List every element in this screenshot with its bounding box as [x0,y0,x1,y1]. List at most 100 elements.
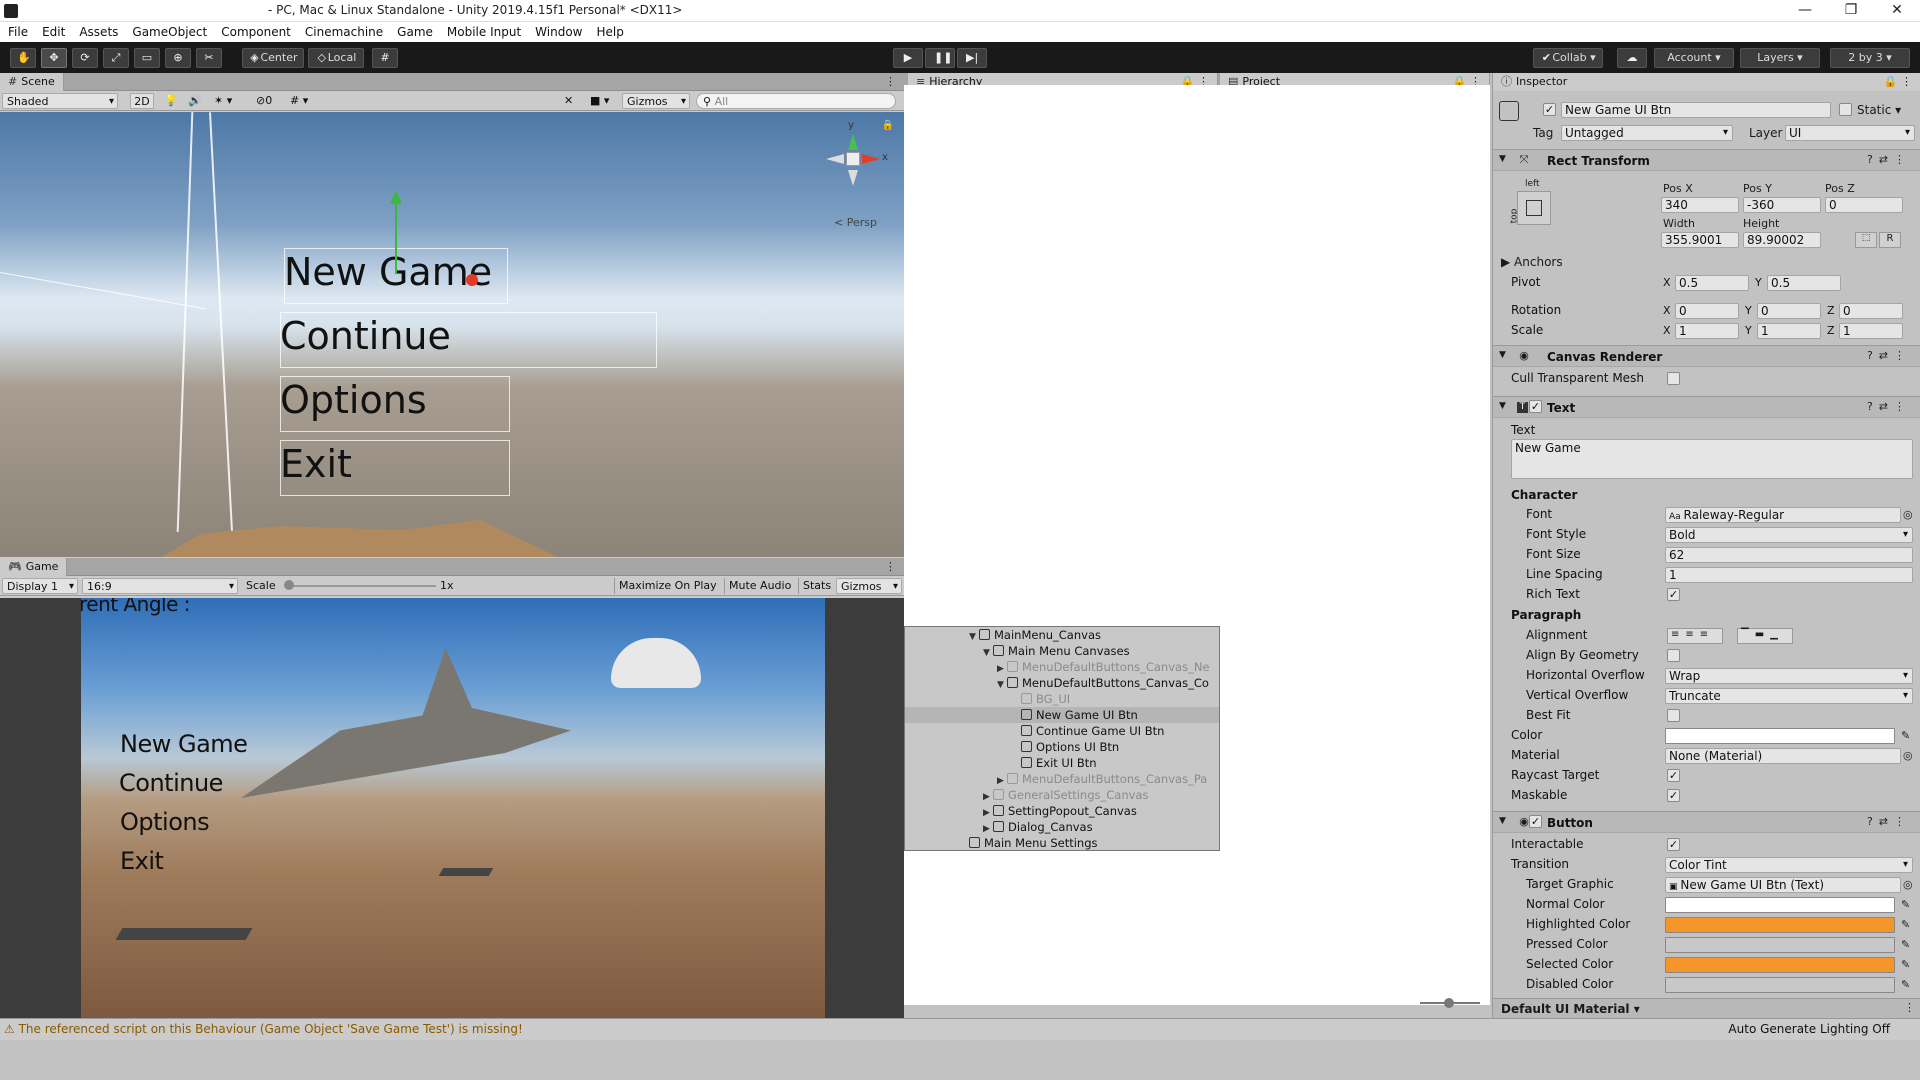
aspect-dropdown[interactable]: 16:9 [82,578,238,595]
custom-tool-icon[interactable]: ✂ [196,48,222,68]
width-field[interactable]: 355.9001 [1661,232,1739,248]
blueprint-mode-button[interactable]: ⬚ [1855,232,1877,248]
scale-z-field[interactable]: 1 [1839,323,1903,339]
menu-file[interactable]: File [8,25,28,39]
stats-toggle[interactable]: Stats [798,578,835,594]
pivot-local-button[interactable]: ◇ Local [308,48,364,68]
hierarchy-row[interactable]: ▶ SettingPopout_Canvas [905,803,1219,819]
transition-dropdown[interactable]: Color Tint [1665,857,1913,873]
pause-button[interactable]: ❚❚ [925,48,955,68]
panel-menu-icon[interactable]: ⋮ [1904,1001,1915,1014]
hierarchy-row-selected[interactable]: New Game UI Btn [905,707,1219,723]
display-dropdown[interactable]: Display 1 [2,578,78,595]
perspective-label[interactable]: < Persp [834,216,877,229]
game-menu-exit[interactable]: Exit [120,847,164,875]
move-tool-icon[interactable]: ✥ [41,48,67,68]
layer-dropdown[interactable]: UI [1785,125,1915,141]
font-field[interactable]: Aa Raleway-Regular [1665,507,1901,523]
scene-menu-options[interactable]: Options [280,378,427,422]
hierarchy-row[interactable]: Options UI Btn [905,739,1219,755]
lighting-status[interactable]: Auto Generate Lighting Off [1728,1022,1890,1036]
grid-toggle-icon[interactable]: # ▾ [290,93,308,109]
component-tools-icon[interactable]: ?⇄⋮ [1867,400,1911,413]
target-graphic-field[interactable]: ▣ New Game UI Btn (Text) [1665,877,1901,893]
console-warning-message[interactable]: ⚠ The referenced script on this Behaviou… [4,1022,523,1036]
object-picker-icon[interactable]: ◎ [1903,508,1913,521]
text-enabled-checkbox[interactable]: ✓ [1529,400,1542,413]
default-material-dropdown[interactable]: Default UI Material ▾ [1501,1002,1640,1016]
account-dropdown[interactable]: Account ▾ [1654,48,1734,68]
panel-menu-icon[interactable]: ⋮ [885,75,896,88]
transform-tool-icon[interactable]: ⊕ [165,48,191,68]
eyedropper-icon[interactable]: ✎ [1901,918,1910,931]
toggle-2d-button[interactable]: 2D [130,93,154,109]
cloud-icon[interactable]: ☁ [1617,48,1647,68]
tools-icon[interactable]: ✕ [564,93,573,109]
mute-audio-toggle[interactable]: Mute Audio [724,578,795,594]
text-content-area[interactable]: New Game [1511,439,1913,479]
project-zoom-thumb[interactable] [1444,998,1454,1008]
highlighted-color-swatch[interactable] [1665,917,1895,933]
h-overflow-dropdown[interactable]: Wrap [1665,668,1913,684]
scale-y-field[interactable]: 1 [1757,323,1821,339]
component-tools-icon[interactable]: ?⇄⋮ [1867,349,1911,362]
best-fit-checkbox[interactable] [1667,709,1680,722]
horizontal-alignment-buttons[interactable]: ≡≡≡ [1667,628,1723,644]
pos-x-field[interactable]: 340 [1661,197,1739,213]
rotation-x-field[interactable]: 0 [1675,303,1739,319]
hierarchy-row[interactable]: ▼ Main Menu Canvases [905,643,1219,659]
camera-icon[interactable]: ■ ▾ [590,93,609,109]
menu-edit[interactable]: Edit [42,25,65,39]
maximize-on-play-toggle[interactable]: Maximize On Play [614,578,721,594]
pivot-center-button[interactable]: ◈ Center [242,48,304,68]
rich-text-checkbox[interactable]: ✓ [1667,588,1680,601]
eyedropper-icon[interactable]: ✎ [1901,938,1910,951]
close-button[interactable]: ✕ [1874,0,1920,22]
scene-menu-new-game[interactable]: New Game [284,250,492,294]
hierarchy-row[interactable]: ▼ MainMenu_Canvas [905,627,1219,643]
hierarchy-row[interactable]: ▶ GeneralSettings_Canvas [905,787,1219,803]
rotation-y-field[interactable]: 0 [1757,303,1821,319]
menu-component[interactable]: Component [221,25,291,39]
step-button[interactable]: ▶| [957,48,987,68]
menu-cinemachine[interactable]: Cinemachine [305,25,383,39]
component-tools-icon[interactable]: ?⇄⋮ [1867,815,1911,828]
static-label[interactable]: Static ▾ [1857,103,1901,117]
height-field[interactable]: 89.90002 [1743,232,1821,248]
game-menu-new-game[interactable]: New Game [120,730,248,758]
menu-gameobject[interactable]: GameObject [132,25,207,39]
interactable-checkbox[interactable]: ✓ [1667,838,1680,851]
anchors-foldout[interactable]: ▶ Anchors [1501,255,1563,269]
game-viewport[interactable]: rent Angle : New Game Continue Options E… [0,598,904,1018]
tag-dropdown[interactable]: Untagged [1561,125,1733,141]
orientation-gizmo[interactable]: y x < Persp [820,120,888,229]
menu-assets[interactable]: Assets [79,25,118,39]
object-picker-icon[interactable]: ◎ [1903,878,1913,891]
move-gizmo-x-handle[interactable] [466,274,478,286]
rect-transform-header[interactable]: ▼ ⤧ Rect Transform ?⇄⋮ [1493,149,1920,171]
lock-icon[interactable]: 🔒 ⋮ [1884,73,1912,91]
lighting-toggle-icon[interactable]: 💡 [164,93,178,109]
tab-scene[interactable]: # Scene [0,73,64,91]
button-component-header[interactable]: ▼ ◉ ✓ Button ?⇄⋮ [1493,811,1920,833]
menu-mobile-input[interactable]: Mobile Input [447,25,521,39]
scene-gizmos-dropdown[interactable]: Gizmos [622,93,690,110]
eyedropper-icon[interactable]: ✎ [1901,958,1910,971]
scene-viewport[interactable]: New Game Continue Options Exit y x < Per… [0,112,904,557]
move-gizmo-y-arrow-icon[interactable] [390,190,402,204]
component-tools-icon[interactable]: ?⇄⋮ [1867,153,1911,166]
eyedropper-icon[interactable]: ✎ [1901,978,1910,991]
lock-icon[interactable]: 🔒 [882,120,894,131]
pressed-color-swatch[interactable] [1665,937,1895,953]
vertical-alignment-buttons[interactable]: ▔▬▁ [1737,628,1793,644]
scale-slider-track[interactable] [286,585,436,587]
cull-transparent-checkbox[interactable] [1667,372,1680,385]
menu-help[interactable]: Help [596,25,623,39]
audio-toggle-icon[interactable]: 🔊 [188,93,202,109]
object-picker-icon[interactable]: ◎ [1903,749,1913,762]
tab-game[interactable]: 🎮 Game [0,558,68,576]
menu-game[interactable]: Game [397,25,433,39]
v-overflow-dropdown[interactable]: Truncate [1665,688,1913,704]
active-checkbox[interactable]: ✓ [1543,103,1556,116]
eyedropper-icon[interactable]: ✎ [1901,729,1910,742]
